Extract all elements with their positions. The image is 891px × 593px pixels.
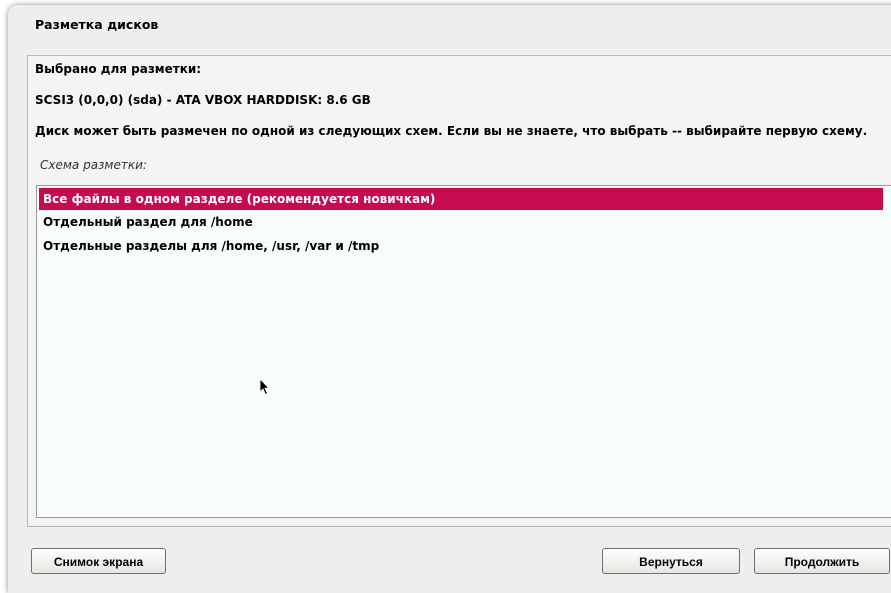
window-title: Разметка дисков: [35, 17, 159, 32]
back-button[interactable]: Вернуться: [602, 548, 740, 574]
screenshot-button[interactable]: Снимок экрана: [31, 548, 166, 574]
list-item-separate-home-usr-var-tmp[interactable]: Отдельные разделы для /home, /usr, /var …: [39, 235, 883, 257]
installer-window: Разметка дисков Выбрано для разметки: SC…: [8, 5, 891, 593]
list-item-separate-home[interactable]: Отдельный раздел для /home: [39, 211, 883, 233]
list-item-all-in-one[interactable]: Все файлы в одном разделе (рекомендуется…: [39, 188, 883, 210]
partition-scheme-list[interactable]: Все файлы в одном разделе (рекомендуется…: [36, 185, 891, 518]
disk-name: SCSI3 (0,0,0) (sda) - ATA VBOX HARDDISK:…: [35, 93, 371, 107]
continue-button[interactable]: Продолжить: [754, 548, 890, 574]
title-bar: Разметка дисков: [8, 5, 891, 45]
scheme-label: Схема разметки:: [40, 158, 147, 172]
mouse-pointer-icon: [259, 378, 270, 396]
description-text: Диск может быть размечен по одной из сле…: [35, 124, 868, 138]
selected-for-partitioning-label: Выбрано для разметки:: [35, 62, 202, 76]
